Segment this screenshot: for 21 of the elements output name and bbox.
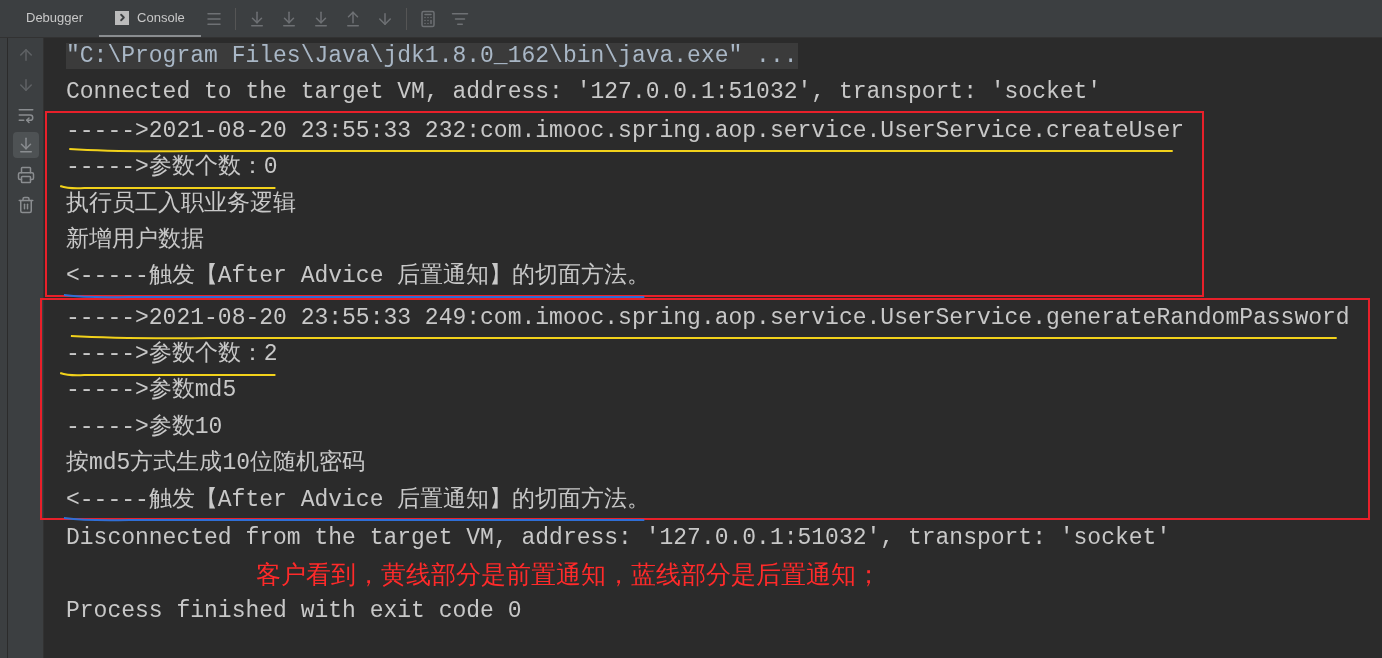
console-line: Connected to the target VM, address: '127.0.0.1:51032', transport: 'socket' (66, 79, 1102, 106)
console-line: Process finished with exit code 0 (66, 597, 522, 624)
trash-icon[interactable] (16, 196, 35, 214)
console-line: <-----触发【After Advice 后置通知】的切面方法。 (66, 263, 651, 290)
console-line: ----->2021-08-20 23:55:33 249:com.imooc.spring.aop.service.UserService.generateRandomPassword (66, 304, 1350, 331)
console-line: ----->参数md5 (66, 377, 237, 404)
console-line: ----->参数个数：2 (66, 341, 278, 368)
console-line: 按md5方式生成10位随机密码 (66, 450, 365, 477)
console-line: 执行员工入职业务逻辑 (66, 190, 296, 217)
console-line: ----->2021-08-20 23:55:33 232:com.imooc.spring.aop.service.UserService.createUser (66, 117, 1184, 144)
console-line: Disconnected from the target VM, address: '127.0.0.1:51032', transport: 'socket' (66, 525, 1171, 551)
annotation-text: 客户看到，黄线部分是前置通知，蓝线部分是后置通知； (256, 562, 881, 588)
print-icon[interactable] (16, 166, 35, 184)
console-line: ----->参数10 (66, 413, 223, 440)
tab[interactable]: Debugger (10, 0, 100, 37)
console-line: 新增用户数据 (66, 226, 204, 253)
console-line: <-----触发【After Advice 后置通知】的切面方法。 (66, 486, 651, 513)
console-icon (115, 10, 130, 25)
console-line: ----->参数个数：0 (66, 154, 278, 181)
soft-wrap-icon[interactable] (16, 106, 35, 124)
calculator-icon[interactable] (418, 9, 437, 28)
